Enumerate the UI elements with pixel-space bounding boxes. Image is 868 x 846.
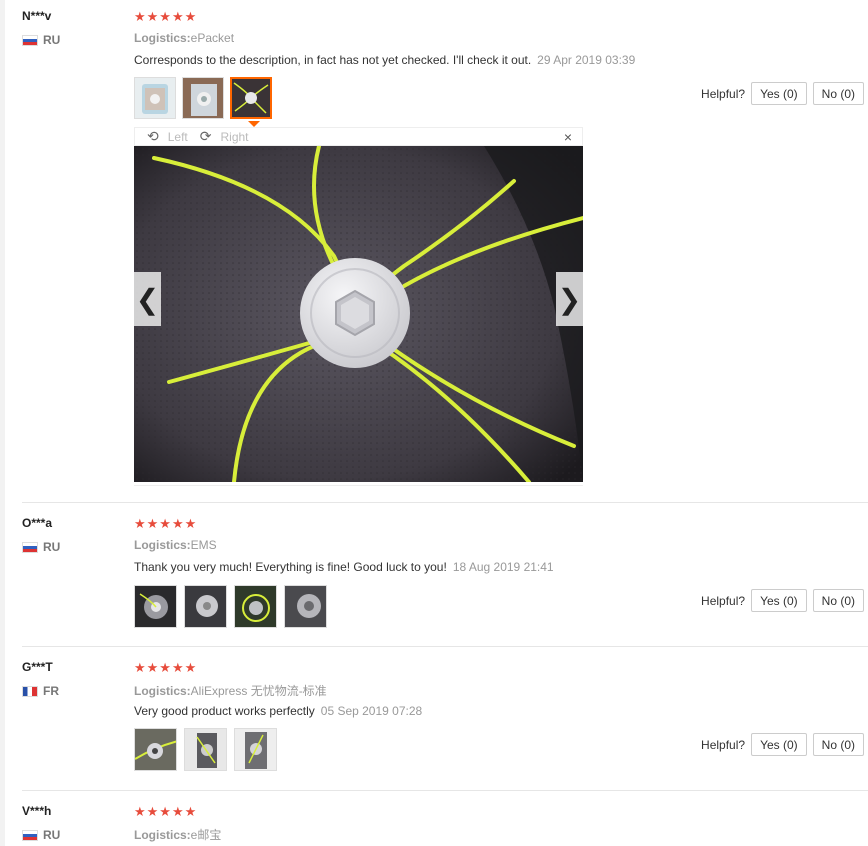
- reviewer-country: RU: [22, 540, 60, 554]
- review-comment: Very good product works perfectly 05 Sep …: [134, 704, 422, 718]
- flag-ru-icon: [22, 34, 38, 46]
- logistics-value: AliExpress 无忧物流-标准: [190, 684, 327, 698]
- flag-fr-icon: [22, 685, 38, 697]
- logistics-value: ePacket: [190, 31, 235, 45]
- logistics-value: EMS: [190, 538, 217, 552]
- helpful-vote: Helpful? Yes (0) No (0): [701, 733, 864, 756]
- rotate-left-icon: ⟲: [147, 128, 159, 144]
- logistics-label: Logistics:: [134, 538, 191, 552]
- star-rating: ★★★★★: [134, 516, 198, 531]
- rotate-left-button[interactable]: ⟲ Left: [141, 128, 188, 145]
- comment-text: Corresponds to the description, in fact …: [134, 53, 532, 67]
- yes-button[interactable]: Yes (0): [751, 589, 807, 612]
- review-photo-thumb-active[interactable]: [230, 77, 272, 119]
- reviewer-country: RU: [22, 828, 60, 842]
- rotate-right-icon: ⟳: [199, 128, 212, 144]
- flag-ru-icon: [22, 541, 38, 553]
- helpful-label: Helpful?: [701, 593, 746, 608]
- review-divider: [22, 646, 868, 647]
- country-code: RU: [43, 828, 61, 842]
- rotate-left-label: Left: [167, 129, 188, 144]
- review-photo-thumb[interactable]: [134, 585, 177, 628]
- previous-image-button[interactable]: ❮: [134, 272, 161, 326]
- rotate-right-label: Right: [220, 129, 249, 144]
- review-photo-thumb[interactable]: [234, 728, 277, 771]
- review-photo-thumb[interactable]: [184, 585, 227, 628]
- country-code: FR: [43, 684, 59, 698]
- review-comment: Corresponds to the description, in fact …: [134, 53, 635, 67]
- review-photo-thumb[interactable]: [234, 585, 277, 628]
- logistics-label: Logistics:: [134, 31, 191, 45]
- helpful-label: Helpful?: [701, 737, 746, 752]
- reviewer-country: RU: [22, 33, 60, 47]
- helpful-vote: Helpful? Yes (0) No (0): [701, 589, 864, 612]
- review-photo-thumb[interactable]: [134, 728, 177, 771]
- logistics-info: Logistics:ePacket: [134, 31, 234, 45]
- chevron-left-icon: ❮: [135, 283, 160, 315]
- star-rating: ★★★★★: [134, 9, 198, 24]
- comment-text: Thank you very much! Everything is fine!…: [134, 560, 447, 574]
- no-button[interactable]: No (0): [812, 589, 864, 612]
- helpful-vote: Helpful? Yes (0) No (0): [701, 82, 864, 105]
- image-viewer-bottom: [134, 482, 583, 486]
- yes-button[interactable]: Yes (0): [751, 82, 807, 105]
- reviewer-country: FR: [22, 684, 59, 698]
- review-divider: [22, 502, 868, 503]
- enlarged-review-photo: ❮ ❯: [134, 144, 585, 484]
- review-photo-thumb[interactable]: [284, 585, 327, 628]
- flag-ru-icon: [22, 829, 38, 841]
- review-comment: Thank you very much! Everything is fine!…: [134, 560, 554, 574]
- helpful-label: Helpful?: [701, 86, 746, 101]
- review-date: 29 Apr 2019 03:39: [537, 53, 636, 67]
- image-viewer-toolbar: ⟲ Left ⟳ Right ×: [134, 127, 583, 146]
- star-rating: ★★★★★: [134, 660, 198, 675]
- country-code: RU: [43, 33, 61, 47]
- no-button[interactable]: No (0): [812, 82, 864, 105]
- review-divider: [22, 790, 868, 791]
- logistics-value: e邮宝: [190, 828, 222, 842]
- logistics-label: Logistics:: [134, 828, 191, 842]
- review-photos: [134, 585, 327, 628]
- close-icon[interactable]: ×: [564, 129, 572, 145]
- rotate-right-button[interactable]: ⟳ Right: [194, 128, 249, 145]
- review-photos: [134, 728, 277, 771]
- next-image-button[interactable]: ❯: [556, 272, 583, 326]
- reviewer-name: G***T: [22, 660, 53, 674]
- comment-text: Very good product works perfectly: [134, 704, 315, 718]
- review-date: 18 Aug 2019 21:41: [452, 560, 554, 574]
- logistics-info: Logistics:AliExpress 无忧物流-标准: [134, 682, 327, 699]
- logistics-info: Logistics:EMS: [134, 538, 217, 552]
- country-code: RU: [43, 540, 61, 554]
- chevron-right-icon: ❯: [557, 283, 582, 315]
- yes-button[interactable]: Yes (0): [751, 733, 807, 756]
- left-rule: [0, 0, 5, 846]
- logistics-label: Logistics:: [134, 684, 191, 698]
- reviewer-name: O***a: [22, 516, 53, 530]
- review-photo-thumb[interactable]: [182, 77, 224, 119]
- review-photo-thumb[interactable]: [134, 77, 176, 119]
- reviewer-name: V***h: [22, 804, 52, 818]
- reviewer-name: N***v: [22, 9, 52, 23]
- review-date: 05 Sep 2019 07:28: [320, 704, 423, 718]
- review-photos: [134, 77, 272, 119]
- star-rating: ★★★★★: [134, 804, 198, 819]
- logistics-info: Logistics:e邮宝: [134, 826, 221, 843]
- review-photo-thumb[interactable]: [184, 728, 227, 771]
- no-button[interactable]: No (0): [812, 733, 864, 756]
